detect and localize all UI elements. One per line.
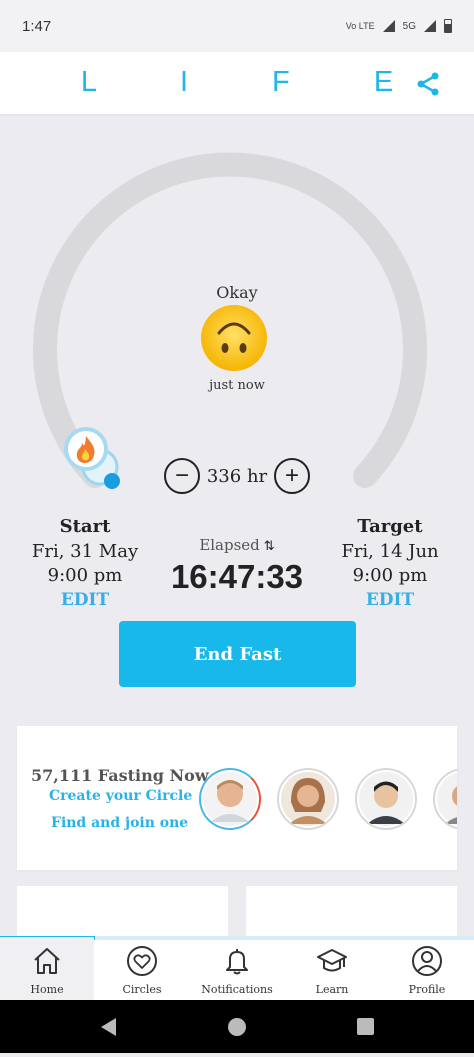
bottom-navigation: Home Circles Notifications Learn Profile — [0, 936, 474, 1001]
nav-notifications-label: Notifications — [201, 983, 273, 996]
avatar[interactable] — [199, 768, 261, 830]
hours-control: − 336 hr + — [164, 456, 310, 496]
mood-timestamp: just now — [209, 378, 265, 393]
target-column: Target Fri, 14 Jun 9:00 pm EDIT — [315, 516, 465, 610]
start-time: 9:00 pm — [47, 565, 123, 586]
create-circle-link[interactable]: Create your Circle — [49, 788, 192, 804]
signal-icon — [382, 20, 395, 32]
nav-profile-label: Profile — [408, 983, 446, 996]
system-nav-buttons — [101, 1018, 374, 1036]
signal-icon-2 — [424, 20, 436, 32]
nav-home-label: Home — [30, 983, 64, 996]
nav-notifications[interactable]: Notifications — [190, 937, 284, 1001]
elapsed-column: Elapsed ⇅ 16:47:33 — [162, 536, 312, 596]
home-system-icon[interactable] — [228, 1018, 246, 1036]
heart-circle-icon — [127, 946, 157, 976]
nav-profile[interactable]: Profile — [380, 937, 474, 1001]
status-icons: Vo LTE 5G — [346, 19, 452, 33]
share-icon[interactable] — [414, 70, 442, 98]
upside-down-face-icon[interactable] — [199, 303, 269, 373]
back-icon[interactable] — [101, 1018, 116, 1036]
elapsed-label: Elapsed ⇅ — [162, 536, 312, 554]
avatar[interactable] — [355, 768, 417, 830]
start-heading: Start — [59, 516, 111, 537]
status-time: 1:47 — [22, 17, 52, 35]
nav-circles[interactable]: Circles — [95, 937, 189, 1001]
target-heading: Target — [357, 516, 423, 537]
battery-icon — [444, 19, 452, 33]
app-header: L I F E — [0, 52, 474, 114]
mood-label: Okay — [216, 283, 258, 302]
fasting-now-count: 57,111 Fasting Now — [31, 766, 209, 785]
join-circle-link[interactable]: Find and join one — [51, 815, 188, 831]
target-time: 9:00 pm — [352, 565, 428, 586]
elapsed-timer: 16:47:33 — [170, 558, 304, 595]
avatar[interactable] — [433, 768, 457, 830]
graduation-cap-icon — [317, 949, 347, 972]
status-bar: 1:47 Vo LTE 5G — [0, 0, 474, 52]
circles-card: 57,111 Fasting Now Create your Circle Fi… — [17, 726, 457, 870]
fast-times: Start Fri, 31 May 9:00 pm EDIT Elapsed ⇅ … — [0, 516, 474, 621]
nav-learn-label: Learn — [315, 983, 349, 996]
bell-icon — [226, 949, 248, 975]
nav-circles-label: Circles — [122, 983, 162, 996]
nav-learn[interactable]: Learn — [285, 937, 379, 1001]
volte-indicator: Vo LTE — [345, 21, 375, 31]
profile-icon — [412, 946, 442, 976]
swap-arrows-icon[interactable]: ⇅ — [264, 539, 275, 554]
start-date: Fri, 31 May — [31, 541, 139, 562]
elapsed-text: Elapsed — [199, 536, 260, 554]
decrease-hours-button[interactable]: − — [164, 458, 200, 494]
start-column: Start Fri, 31 May 9:00 pm EDIT — [10, 516, 160, 610]
home-icon — [34, 948, 60, 974]
end-fast-button[interactable]: End Fast — [119, 621, 356, 687]
edit-target-button[interactable]: EDIT — [315, 590, 465, 610]
system-navigation-bar — [0, 1000, 474, 1053]
target-date: Fri, 14 Jun — [341, 541, 439, 562]
edit-start-button[interactable]: EDIT — [10, 590, 160, 610]
target-hours: 336 hr — [206, 465, 268, 487]
app-logo: L I F E — [80, 66, 432, 98]
nav-home[interactable]: Home — [0, 937, 94, 1001]
increase-hours-button[interactable]: + — [274, 458, 310, 494]
network-indicator: 5G — [402, 20, 416, 32]
avatar[interactable] — [277, 768, 339, 830]
recents-icon[interactable] — [357, 1018, 374, 1035]
fire-stage-icon[interactable] — [64, 425, 124, 495]
